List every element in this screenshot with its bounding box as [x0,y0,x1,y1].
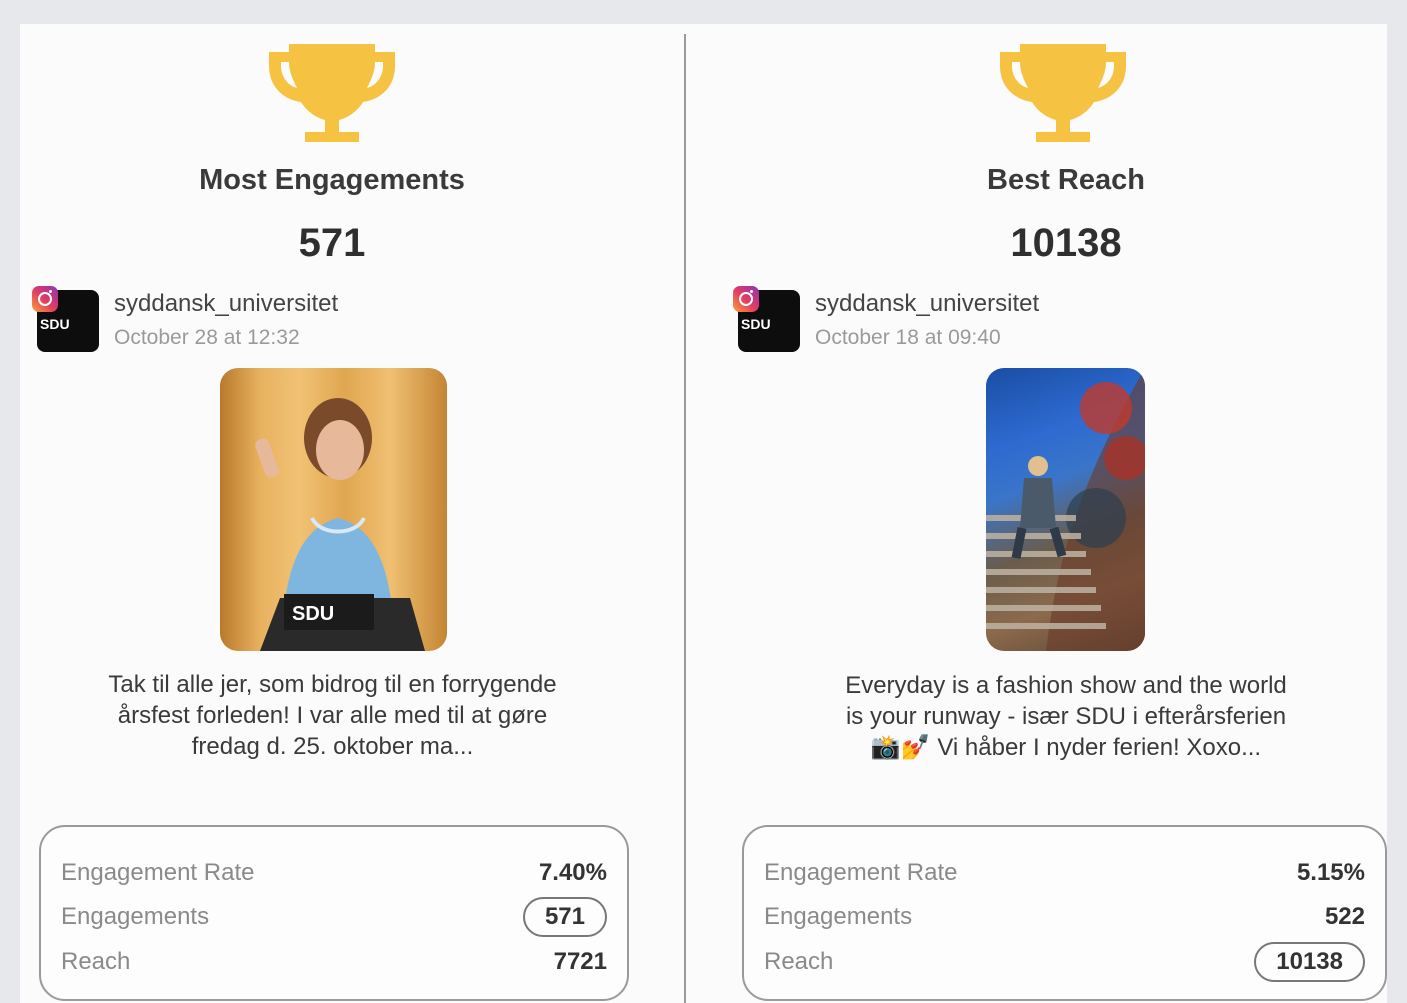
trophy-icon [269,44,395,142]
stat-value: 7721 [553,948,607,975]
stat-value: 522 [1324,903,1365,930]
most-engagements-card: Most Engagements 571 SDU syddansk_univer… [20,24,684,1003]
stat-label: Engagement Rate [61,859,255,886]
trophy-icon [1000,44,1126,142]
post-date: October 28 at 12:32 [114,326,300,349]
post-photo-illustration [986,368,1145,651]
avatar-label: SDU [40,316,70,332]
avatar[interactable]: SDU [32,286,99,352]
svg-text:SDU: SDU [292,603,334,625]
post-date: October 18 at 09:40 [815,326,1001,349]
metric-value: 571 [298,221,366,265]
post-stats: Engagement Rate 7.40% Engagements 571 Re… [39,825,629,1001]
instagram-icon [733,286,759,312]
card-title: Most Engagements [199,164,465,196]
stat-label: Engagements [61,903,210,930]
stat-row-engagement-rate: Engagement Rate 5.15% [764,853,1365,891]
stat-row-reach: Reach 10138 [764,942,1365,982]
stat-label: Engagement Rate [764,859,958,886]
account-name[interactable]: syddansk_universitet [815,290,1039,318]
stat-row-reach: Reach 7721 [61,942,607,980]
top-posts-panel: Most Engagements 571 SDU syddansk_univer… [20,24,1387,1003]
instagram-icon [32,286,58,312]
post-caption: Everyday is a fashion show and the world… [845,672,1287,761]
post-photo-illustration: SDU [255,398,425,651]
stat-label: Reach [61,948,131,975]
avatar-label: SDU [741,316,771,332]
stat-value: 5.15% [1296,859,1365,886]
stat-label: Reach [764,948,834,975]
stat-row-engagements: Engagements 571 [61,897,607,937]
stat-label: Engagements [764,903,913,930]
metric-value: 10138 [1010,221,1122,265]
stat-row-engagement-rate: Engagement Rate 7.40% [61,853,607,891]
post-image[interactable] [986,368,1145,651]
stat-row-engagements: Engagements 522 [764,897,1365,935]
highlighted-stat-value: 571 [522,897,607,937]
post-image[interactable]: SDU [220,368,447,651]
avatar[interactable]: SDU [733,286,800,352]
account-name[interactable]: syddansk_universitet [114,290,338,318]
card-title: Best Reach [987,164,1145,196]
post-caption: Tak til alle jer, som bidrog til en forr… [108,671,557,760]
best-reach-card: Best Reach 10138 SDU syddansk_universite… [686,24,1387,1003]
post-stats: Engagement Rate 5.15% Engagements 522 Re… [742,825,1387,1001]
highlighted-stat-value: 10138 [1254,942,1365,982]
stat-value: 7.40% [538,859,607,886]
